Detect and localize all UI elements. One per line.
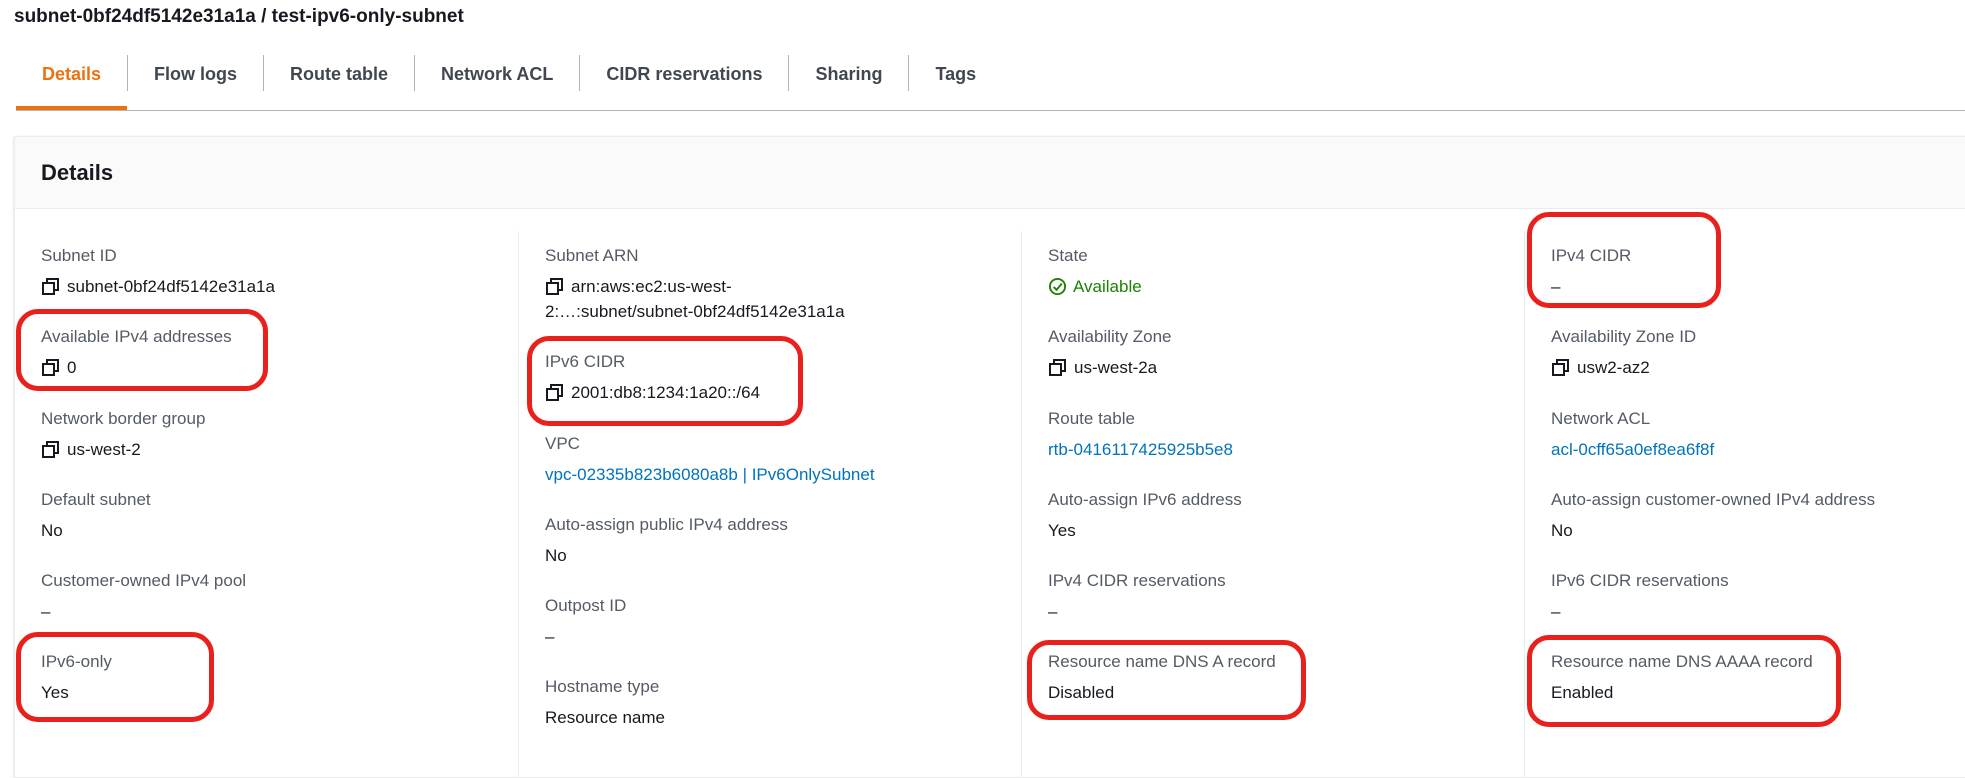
highlight-dns-aaaa-record [1527,635,1841,727]
field-label: Subnet ARN [545,246,639,265]
subnet-arn-value: arn:aws:ec2:us-west- 2:…:subnet/subnet-0… [545,274,845,324]
border-group-value: us-west-2 [67,440,141,459]
arn-line-1: arn:aws:ec2:us-west- [571,277,732,296]
tab-flow-logs[interactable]: Flow logs [128,54,263,110]
field-label: Subnet ID [41,246,117,265]
highlight-ipv6-only [16,632,214,722]
tab-bar: Details Flow logs Route table Network AC… [16,54,1965,110]
field-label: Availability Zone [1048,327,1172,346]
subnet-id-value: subnet-0bf24df5142e31a1a [67,277,275,296]
field-value: – [1551,602,1561,621]
field-subnet-id: Subnet ID subnet-0bf24df5142e31a1a [41,245,275,298]
field-label: Auto-assign customer-owned IPv4 address [1551,490,1876,509]
field-value: us-west-2 [41,439,205,461]
field-availability-zone-id: Availability Zone ID usw2-az2 [1551,326,1696,379]
route-table-link[interactable]: rtb-0416117425925b5e8 [1048,439,1233,461]
vpc-link[interactable]: vpc-02335b823b6080a8b | IPv6OnlySubnet [545,464,875,486]
copy-icon[interactable] [1551,358,1571,378]
field-vpc: VPC vpc-02335b823b6080a8b | IPv6OnlySubn… [545,433,875,486]
column-divider [1021,231,1022,777]
field-label: Outpost ID [545,596,627,615]
field-value: Resource name [545,708,666,727]
copy-icon[interactable] [545,277,565,297]
field-value: arn:aws:ec2:us-west- 2:…:subnet/subnet-0… [545,276,845,324]
tab-tags[interactable]: Tags [909,54,1002,110]
panel-header: Details [15,137,1965,209]
tab-cidr-reservations[interactable]: CIDR reservations [580,54,788,110]
check-circle-icon [1048,277,1067,296]
column-divider [518,231,519,777]
field-value: – [545,627,555,646]
field-network-acl: Network ACL acl-0cff65a0ef8ea6f8f [1551,408,1714,461]
field-auto-assign-public-ipv4: Auto-assign public IPv4 address No [545,514,788,567]
field-value: No [545,546,567,565]
highlight-ipv4-cidr [1527,212,1721,308]
field-hostname-type: Hostname type Resource name [545,676,665,729]
tab-details[interactable]: Details [16,54,128,110]
field-subnet-arn: Subnet ARN arn:aws:ec2:us-west- 2:…:subn… [545,245,845,324]
field-network-border-group: Network border group us-west-2 [41,408,205,461]
field-route-table: Route table rtb-0416117425925b5e8 [1048,408,1233,461]
field-value: us-west-2a [1048,357,1171,379]
field-value: No [1551,521,1573,540]
field-ipv4-cidr-reservations: IPv4 CIDR reservations – [1048,570,1226,623]
az-id-value: usw2-az2 [1577,358,1650,377]
field-label: IPv6 CIDR reservations [1551,571,1729,590]
field-state: State Available [1048,245,1142,298]
field-auto-assign-ipv6: Auto-assign IPv6 address Yes [1048,489,1242,542]
state-value: Available [1073,277,1142,296]
field-label: Route table [1048,409,1135,428]
copy-icon[interactable] [41,277,61,297]
arn-line-2: 2:…:subnet/subnet-0bf24df5142e31a1a [545,302,845,321]
field-label: Hostname type [545,677,660,696]
highlight-dns-a-record [1027,640,1306,720]
field-value: – [41,602,51,621]
highlight-ipv6-cidr [527,336,803,426]
field-label: Network border group [41,409,206,428]
field-label: Auto-assign IPv6 address [1048,490,1242,509]
field-outpost-id: Outpost ID – [545,595,626,648]
field-value: Yes [1048,521,1076,540]
az-value: us-west-2a [1074,358,1158,377]
field-label: Network ACL [1551,409,1651,428]
field-label: Customer-owned IPv4 pool [41,571,247,590]
tabs-underline [16,110,1965,111]
panel-title: Details [41,159,114,185]
field-availability-zone: Availability Zone us-west-2a [1048,326,1171,379]
field-label: Default subnet [41,490,151,509]
page-title: subnet-0bf24df5142e31a1a / test-ipv6-onl… [14,6,464,27]
field-default-subnet: Default subnet No [41,489,151,542]
field-label: IPv4 CIDR reservations [1048,571,1226,590]
field-auto-assign-coip: Auto-assign customer-owned IPv4 address … [1551,489,1875,542]
status-indicator: Available [1048,276,1142,298]
copy-icon[interactable] [1048,358,1068,378]
field-value: usw2-az2 [1551,357,1696,379]
field-value: subnet-0bf24df5142e31a1a [41,276,275,298]
copy-icon[interactable] [41,440,61,460]
column-divider [1524,231,1525,777]
field-label: Auto-assign public IPv4 address [545,515,788,534]
field-value: – [1048,602,1058,621]
field-ipv6-cidr-reservations: IPv6 CIDR reservations – [1551,570,1729,623]
field-coip-pool: Customer-owned IPv4 pool – [41,570,246,623]
field-value: No [41,521,63,540]
field-label: State [1048,246,1088,265]
tab-network-acl[interactable]: Network ACL [415,54,579,110]
tab-route-table[interactable]: Route table [264,54,414,110]
network-acl-link[interactable]: acl-0cff65a0ef8ea6f8f [1551,439,1714,461]
tab-sharing[interactable]: Sharing [789,54,908,110]
field-label: Availability Zone ID [1551,327,1697,346]
field-label: VPC [545,434,580,453]
highlight-available-ipv4 [16,309,268,391]
